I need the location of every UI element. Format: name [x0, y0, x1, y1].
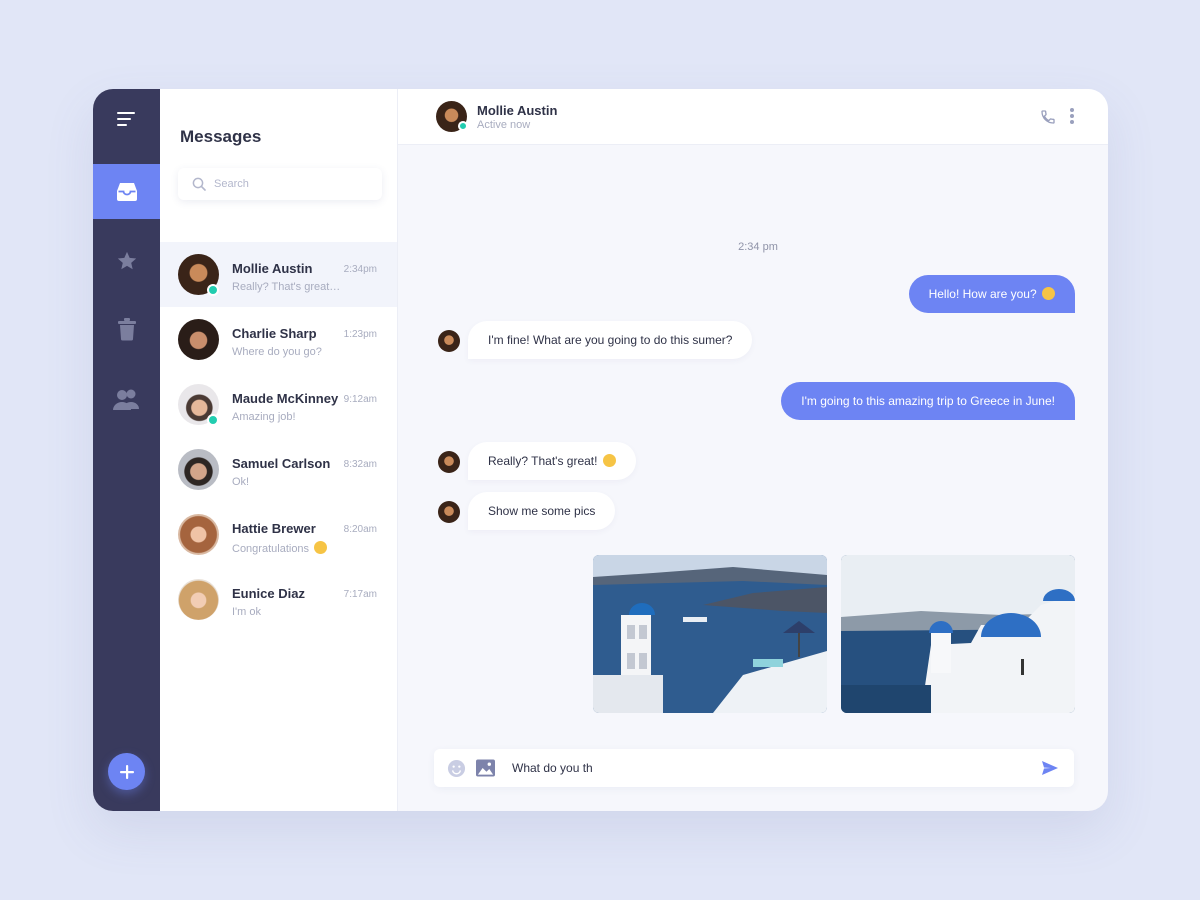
contact-preview: Where do you go? [232, 346, 322, 358]
panel-title: Messages [180, 127, 262, 146]
message-input[interactable] [512, 759, 1012, 777]
emoji-icon [447, 759, 466, 778]
contact-preview: Really? That's great… [232, 281, 341, 293]
message-composer [434, 749, 1074, 787]
smile-emoji-icon [1042, 287, 1055, 300]
search-input[interactable] [214, 178, 374, 190]
contact-mollie-austin[interactable]: Mollie Austin Really? That's great… 2:34… [160, 242, 397, 307]
contact-name: Mollie Austin [232, 261, 313, 276]
contacts-icon [112, 389, 139, 410]
contact-name: Samuel Carlson [232, 456, 331, 471]
send-button[interactable] [1042, 761, 1058, 780]
avatar [178, 579, 219, 620]
trash-icon [117, 317, 136, 340]
contact-time: 9:12am [343, 394, 377, 405]
contact-preview: I'm ok [232, 606, 261, 618]
send-icon [1042, 761, 1058, 775]
image-icon [476, 759, 495, 777]
search-icon [192, 177, 206, 191]
plus-icon [119, 764, 134, 779]
phone-icon [1041, 110, 1055, 124]
contact-time: 1:23pm [343, 329, 377, 340]
messenger-window: Messages Mollie Austin Really? That's gr… [93, 89, 1108, 811]
search-box [178, 168, 382, 200]
message-bubble-incoming: Really? That's great! [468, 442, 636, 480]
contact-preview: Ok! [232, 476, 250, 488]
avatar [178, 319, 219, 360]
star-icon [117, 251, 136, 269]
sidebar-item-trash[interactable] [93, 301, 160, 356]
message-bubble-outgoing: I'm going to this amazing trip to Greece… [781, 382, 1075, 420]
sidebar-item-inbox[interactable] [93, 164, 160, 219]
contact-time: 8:32am [343, 459, 377, 470]
contact-name: Charlie Sharp [232, 326, 317, 341]
smirk-emoji-icon [602, 454, 616, 467]
contact-samuel-carlson[interactable]: Samuel Carlson Ok! 8:32am [160, 437, 397, 502]
avatar [438, 451, 460, 473]
santorini-bell-tower-photo[interactable] [593, 555, 827, 713]
chat-header: Mollie Austin Active now [398, 89, 1108, 145]
attach-image-button[interactable] [476, 759, 495, 782]
message-bubble-incoming: I'm fine! What are you going to do this … [468, 321, 753, 359]
message-bubble-incoming: Show me some pics [468, 492, 616, 530]
smirk-emoji-icon [314, 541, 328, 554]
contact-time: 7:17am [343, 589, 377, 600]
inbox-icon [116, 182, 137, 201]
contact-name: Maude McKinney [232, 391, 339, 406]
sidebar [93, 89, 160, 811]
messages-panel: Messages Mollie Austin Really? That's gr… [160, 89, 398, 811]
avatar [178, 449, 219, 490]
call-button[interactable] [1040, 109, 1056, 130]
contact-preview: Congratulations [232, 541, 328, 555]
online-indicator [458, 121, 468, 131]
contact-hattie-brewer[interactable]: Hattie Brewer Congratulations 8:20am [160, 502, 397, 567]
avatar [438, 501, 460, 523]
avatar [438, 330, 460, 352]
add-button[interactable] [108, 753, 145, 790]
sidebar-item-starred[interactable] [93, 233, 160, 288]
santorini-domes-photo[interactable] [841, 555, 1075, 713]
contact-time: 8:20am [343, 524, 377, 535]
menu-icon[interactable] [117, 111, 137, 127]
sidebar-item-contacts[interactable] [93, 371, 160, 426]
contact-time: 2:34pm [343, 264, 377, 275]
emoji-button[interactable] [447, 759, 466, 783]
contact-name: Eunice Diaz [232, 586, 305, 601]
online-indicator [207, 414, 219, 426]
contact-maude-mckinney[interactable]: Maude McKinney Amazing job! 9:12am [160, 372, 397, 437]
time-separator: 2:34 pm [738, 241, 778, 253]
more-options-icon[interactable] [1069, 108, 1075, 124]
chat-contact-status: Active now [477, 119, 531, 131]
chat-contact-name: Mollie Austin [477, 103, 558, 118]
avatar [178, 514, 219, 555]
contact-name: Hattie Brewer [232, 521, 316, 536]
contact-preview: Amazing job! [232, 411, 296, 423]
chat-panel: Mollie Austin Active now 2:34 pm Hello! … [398, 89, 1108, 811]
message-bubble-outgoing: Hello! How are you? [908, 275, 1075, 313]
online-indicator [207, 284, 219, 296]
contact-eunice-diaz[interactable]: Eunice Diaz I'm ok 7:17am [160, 567, 397, 632]
contact-charlie-sharp[interactable]: Charlie Sharp Where do you go? 1:23pm [160, 307, 397, 372]
